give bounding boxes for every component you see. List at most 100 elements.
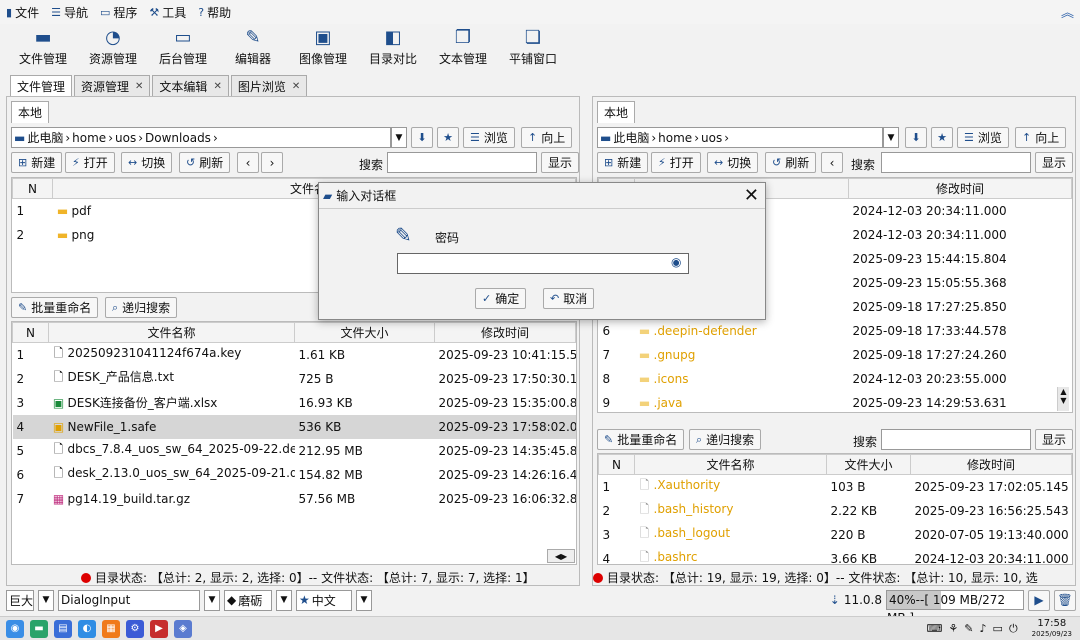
size-select[interactable]: 巨大	[6, 589, 34, 611]
new-button[interactable]: ⊞ 新建	[11, 152, 63, 173]
toolbar-image[interactable]: ▣ 图像管理	[288, 24, 358, 72]
ok-button[interactable]: ✓ 确定	[475, 288, 527, 309]
terminal-icon[interactable]: ▬	[30, 619, 48, 638]
tab-text-edit[interactable]: 文本编辑 ✕	[152, 75, 229, 97]
refresh-button[interactable]: ↺ 刷新	[765, 152, 817, 173]
batch-rename-button[interactable]: ✎ 批量重命名	[11, 297, 99, 318]
table-row[interactable]: 4 ▣ NewFile_1.safe 536 KB 2025-09-23 17:58:0…	[12, 414, 576, 439]
recursive-search-button[interactable]: ⌕ 递归搜索	[689, 429, 762, 450]
tab-file-manager[interactable]: 文件管理	[10, 75, 73, 97]
tray-network-icon[interactable]: ⚘	[948, 622, 958, 635]
table-row[interactable]: 2 🗋 DESK_产品信息.txt 725 B 2025-09-23 17:50:30.…	[13, 367, 576, 391]
up-button[interactable]: ↑ 向上	[1015, 127, 1067, 148]
show-button[interactable]: 显示	[1035, 429, 1074, 450]
menu-tools[interactable]: ⚒ 工具	[149, 4, 186, 21]
cancel-button[interactable]: ↶ 取消	[543, 288, 595, 309]
trash-button[interactable]: 🗑	[1054, 589, 1076, 611]
theme-select[interactable]: ◆ 磨砺	[224, 589, 272, 611]
table-row[interactable]: 5 🗋 dbcs_7.8.4_uos_sw_64_2025-09-22.deb 212…	[13, 439, 576, 463]
theme-dropdown[interactable]: ▼	[276, 589, 292, 611]
filemanager-app-icon[interactable]: ◈	[174, 619, 192, 638]
download-button[interactable]: ⬇	[905, 127, 927, 148]
files-icon[interactable]: ▦	[102, 619, 120, 638]
left-path-bar[interactable]: ▬ 此电脑 › home › uos › Downloads ›	[11, 127, 391, 148]
search-input[interactable]	[387, 152, 537, 173]
toolbar-file-manager[interactable]: ▬ 文件管理	[8, 24, 78, 72]
browse-button[interactable]: ☰ 浏览	[957, 127, 1009, 148]
recursive-search-button[interactable]: ⌕ 递归搜索	[105, 297, 178, 318]
col-n[interactable]: N	[598, 454, 635, 475]
col-time[interactable]: 修改时间	[434, 322, 576, 343]
bookmark-button[interactable]: ★	[437, 127, 459, 148]
right-path-bar[interactable]: ▬ 此电脑 › home › uos ›	[597, 127, 883, 148]
switch-button[interactable]: ↔ 切换	[121, 152, 173, 173]
forward-button[interactable]: ›	[261, 152, 283, 173]
toolbar-backend[interactable]: ▭ 后台管理	[148, 24, 218, 72]
play-button[interactable]: ▶	[1028, 589, 1050, 611]
password-input[interactable]	[397, 253, 689, 274]
browse-button[interactable]: ☰ 浏览	[463, 127, 515, 148]
menu-file[interactable]: ▮ 文件	[6, 4, 39, 21]
table-row[interactable]: 7 ▦ pg14.19_build.tar.gz 57.56 MB 2025-09-23…	[13, 487, 576, 511]
close-icon[interactable]: ✕	[292, 81, 300, 92]
toolbar-editor[interactable]: ✎ 编辑器	[218, 24, 288, 72]
table-row[interactable]: 6 ▬ .deepin-defender 2025-09-18 17:33:44.57…	[599, 319, 1072, 343]
path-dropdown[interactable]: ▼	[391, 127, 407, 148]
table-row[interactable]: 1 🗋 202509231041124f674a.key 1.61 KB 2025-09…	[13, 343, 576, 367]
switch-button[interactable]: ↔ 切换	[707, 152, 759, 173]
tray-power-icon[interactable]: ⏻	[1009, 622, 1018, 636]
toolbar-tile[interactable]: ❏ 平铺窗口	[498, 24, 568, 72]
table-row[interactable]: 4 🗋 .bashrc 3.66 KB 2024-12-03 20:34:11.000	[599, 547, 1072, 564]
clock[interactable]: 17:58 2025/09/23	[1032, 618, 1072, 639]
col-size[interactable]: 文件大小	[294, 322, 435, 343]
new-button[interactable]: ⊞ 新建	[597, 152, 649, 173]
left-subtab-local[interactable]: 本地	[11, 101, 50, 123]
col-time[interactable]: 修改时间	[910, 454, 1072, 475]
open-button[interactable]: ⚡ 打开	[65, 152, 115, 173]
vertical-scrollbar[interactable]: ▲ ▼	[1057, 387, 1069, 411]
toolbar-resource[interactable]: ◔ 资源管理	[78, 24, 148, 72]
col-name[interactable]: 文件名称	[48, 322, 295, 343]
launcher-icon[interactable]: ◉	[6, 619, 24, 638]
language-select[interactable]: ★ 中文	[296, 589, 352, 611]
tab-resource[interactable]: 资源管理 ✕	[74, 75, 151, 97]
eye-icon[interactable]: ◉	[671, 255, 681, 269]
col-n[interactable]: N	[12, 178, 53, 199]
table-row[interactable]: 9 ▬ .java 2025-09-23 14:29:53.631	[599, 391, 1072, 413]
close-icon[interactable]: ✕	[135, 81, 143, 92]
col-name[interactable]: 文件名称	[634, 454, 827, 475]
col-time[interactable]: 修改时间	[848, 178, 1072, 199]
toolbar-compare[interactable]: ◧ 目录对比	[358, 24, 428, 72]
right-subtab-local[interactable]: 本地	[597, 101, 636, 123]
tray-keyboard-icon[interactable]: ⌨	[927, 622, 943, 635]
show-button[interactable]: 显示	[541, 152, 579, 173]
up-button[interactable]: ↑ 向上	[521, 127, 573, 148]
table-row[interactable]: 3 ▣ DESK连接备份_客户端.xlsx 16.93 KB 2025-09-23 15…	[13, 391, 576, 415]
back-button[interactable]: ‹	[237, 152, 259, 173]
app-icon[interactable]: ▶	[150, 619, 168, 638]
download-button[interactable]: ⬇	[411, 127, 433, 148]
path-dropdown[interactable]: ▼	[883, 127, 899, 148]
back-button[interactable]: ‹	[821, 152, 843, 173]
settings-icon[interactable]: ⚙	[126, 619, 144, 638]
col-n[interactable]: N	[12, 322, 49, 343]
show-button[interactable]: 显示	[1035, 152, 1074, 173]
horizontal-scroll-arrows[interactable]: ◀▶	[547, 549, 575, 563]
close-icon[interactable]: ✕	[744, 185, 759, 206]
refresh-button[interactable]: ↺ 刷新	[179, 152, 231, 173]
store-icon[interactable]: ▤	[54, 619, 72, 638]
table-row[interactable]: 7 ▬ .gnupg 2025-09-18 17:27:24.260	[599, 343, 1072, 367]
font-select[interactable]: DialogInput	[58, 589, 200, 611]
search-input[interactable]	[881, 152, 1031, 173]
collapse-icon[interactable]: ︽	[1061, 2, 1074, 21]
tab-image-browse[interactable]: 图片浏览 ✕	[230, 75, 308, 97]
menu-nav[interactable]: ☰ 导航	[51, 4, 88, 21]
table-row[interactable]: 6 🗋 desk_2.13.0_uos_sw_64_2025-09-21.deb 15…	[13, 463, 576, 487]
tray-screenshot-icon[interactable]: ▭	[993, 622, 1003, 635]
search-input[interactable]	[881, 429, 1031, 450]
table-row[interactable]: 8 ▬ .icons 2024-12-03 20:23:55.000	[599, 367, 1072, 391]
table-row[interactable]: 1 🗋 .Xauthority 103 B 2025-09-23 17:02:05.14…	[599, 475, 1072, 499]
table-row[interactable]: 2 🗋 .bash_history 2.22 KB 2025-09-23 16:56:2…	[599, 499, 1072, 523]
tray-volume-icon[interactable]: ♪	[980, 622, 987, 635]
batch-rename-button[interactable]: ✎ 批量重命名	[597, 429, 685, 450]
